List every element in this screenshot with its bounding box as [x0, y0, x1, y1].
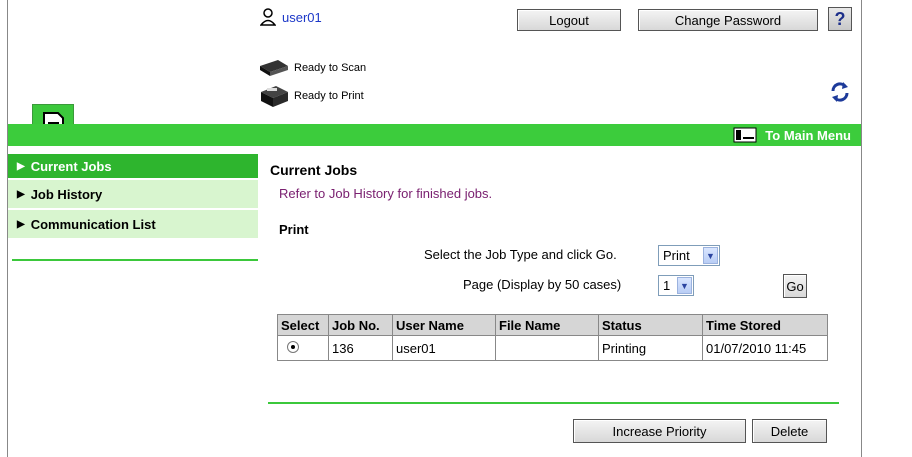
help-button[interactable]: ?: [828, 7, 852, 31]
scan-status-text: Ready to Scan: [294, 62, 367, 74]
delete-button[interactable]: Delete: [752, 419, 827, 443]
column-header: Status: [598, 314, 703, 336]
column-header: Job No.: [328, 314, 393, 336]
column-header: File Name: [495, 314, 599, 336]
chevron-down-icon: ▼: [677, 277, 692, 294]
main-menu-label: To Main Menu: [765, 127, 851, 143]
page-subtitle: Refer to Job History for finished jobs.: [279, 186, 493, 201]
scan-status: Ready to Scan: [258, 58, 366, 78]
menu-bar: To Main Menu: [8, 124, 861, 146]
file-name-cell: [495, 335, 599, 361]
user-info: user01: [260, 8, 322, 26]
select-cell: [277, 335, 329, 361]
column-header: User Name: [392, 314, 496, 336]
job-select-radio[interactable]: [287, 340, 299, 353]
change-password-button[interactable]: Change Password: [638, 9, 818, 31]
triangle-right-icon: ▶: [17, 160, 25, 172]
status-cell: Printing: [598, 335, 703, 361]
job-type-label: Select the Job Type and click Go.: [424, 247, 617, 262]
job-type-value: Print: [663, 248, 690, 263]
section-label: Print: [279, 222, 309, 237]
help-icon: ?: [834, 8, 846, 29]
print-status-text: Ready to Print: [294, 90, 364, 102]
time-stored-cell: 01/07/2010 11:45: [702, 335, 828, 361]
sidebar-item-current-jobs[interactable]: ▶ Current Jobs: [8, 154, 258, 180]
sidebar-divider: [12, 259, 258, 261]
sidebar-item-label: Job History: [30, 186, 103, 202]
sidebar-item-job-history[interactable]: ▶ Job History: [8, 180, 258, 210]
go-button[interactable]: Go: [783, 274, 807, 298]
refresh-icon[interactable]: [828, 80, 852, 104]
scanner-icon: [260, 60, 288, 76]
main-menu-link[interactable]: To Main Menu: [733, 127, 851, 143]
user-name-cell: user01: [392, 335, 496, 361]
increase-priority-button[interactable]: Increase Priority: [573, 419, 746, 443]
page-select[interactable]: 1 ▼: [658, 275, 694, 296]
chevron-down-icon: ▼: [703, 247, 718, 264]
printer-icon: [261, 86, 288, 107]
user-icon: [260, 8, 276, 26]
logout-button[interactable]: Logout: [517, 9, 621, 31]
sidebar-item-label: Communication List: [30, 216, 156, 232]
sidebar-item-label: Current Jobs: [30, 158, 112, 174]
column-header: Select: [277, 314, 329, 336]
triangle-right-icon: ▶: [17, 188, 25, 200]
table-row[interactable]: 136 user01 Printing 01/07/2010 11:45: [277, 335, 828, 361]
table-header-row: Select Job No. User Name File Name Statu…: [277, 314, 828, 336]
sidebar: ▶ Current Jobs ▶ Job History ▶ Communica…: [8, 154, 258, 240]
jobs-table: Select Job No. User Name File Name Statu…: [277, 314, 828, 361]
triangle-right-icon: ▶: [17, 218, 25, 230]
page-title: Current Jobs: [270, 162, 358, 178]
content-divider: [268, 402, 839, 404]
column-header: Time Stored: [702, 314, 828, 336]
page-label: Page (Display by 50 cases): [463, 277, 622, 292]
main-menu-icon: [733, 127, 757, 143]
print-status: Ready to Print: [258, 84, 364, 108]
username-link[interactable]: user01: [282, 10, 322, 25]
sidebar-item-communication-list[interactable]: ▶ Communication List: [8, 210, 258, 240]
page-value: 1: [663, 278, 671, 293]
job-type-select[interactable]: Print ▼: [658, 245, 720, 266]
job-no-cell: 136: [328, 335, 393, 361]
